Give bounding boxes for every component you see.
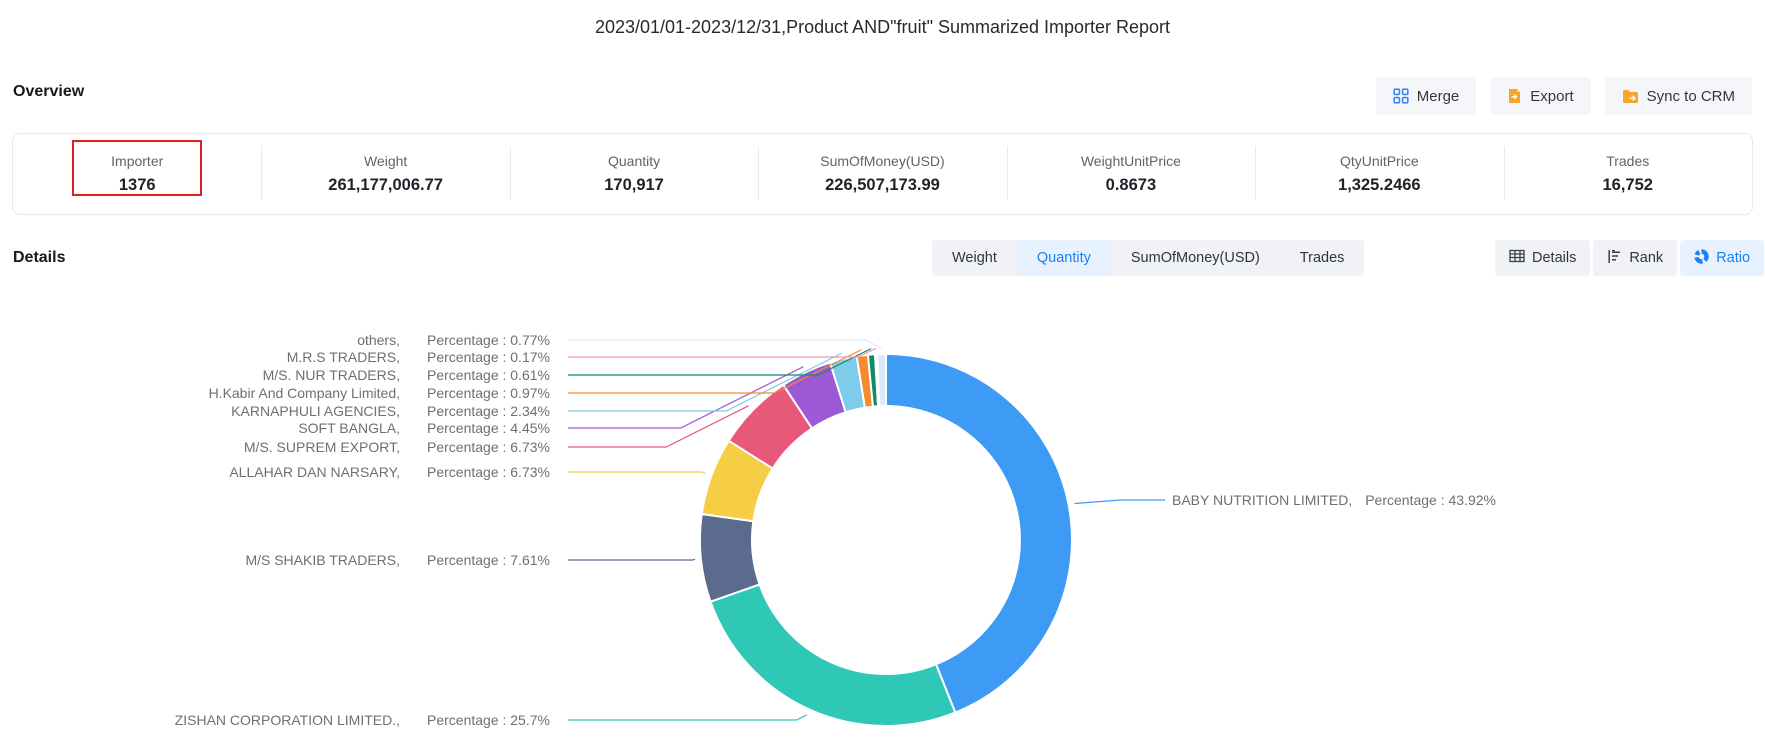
view-tab-details[interactable]: Details bbox=[1495, 240, 1590, 276]
stat-value: 16,752 bbox=[1603, 176, 1653, 195]
slice-label-name-10: others, bbox=[357, 332, 400, 348]
stat-divider bbox=[1504, 146, 1505, 200]
overview-heading: Overview bbox=[13, 83, 84, 101]
importer-ratio-donut-chart: BABY NUTRITION LIMITED,Percentage : 43.9… bbox=[0, 276, 1765, 741]
stat-trades: Trades 16,752 bbox=[1504, 134, 1752, 214]
stat-label: Quantity bbox=[608, 153, 660, 169]
overview-stats-card: Importer 1376 Weight 261,177,006.77 Quantity… bbox=[12, 133, 1753, 215]
stat-label: WeightUnitPrice bbox=[1081, 153, 1181, 169]
export-icon bbox=[1507, 88, 1522, 104]
slice-label-name-5: SOFT BANGLA, bbox=[298, 420, 400, 436]
slice-label-percentage-3: Percentage : 6.73% bbox=[427, 464, 550, 480]
stat-divider bbox=[1007, 146, 1008, 200]
tab-sumofmoneyusd[interactable]: SumOfMoney(USD) bbox=[1111, 240, 1280, 276]
stat-label: Importer bbox=[111, 153, 163, 169]
stat-value: 1,325.2466 bbox=[1338, 176, 1421, 195]
tab-quantity[interactable]: Quantity bbox=[1017, 240, 1111, 276]
sync-folder-icon bbox=[1622, 89, 1639, 104]
toolbar-button-sync-to-crm[interactable]: Sync to CRM bbox=[1605, 77, 1752, 115]
view-tabs: Details Rank Ratio bbox=[1495, 240, 1764, 276]
button-label: Merge bbox=[1417, 88, 1460, 105]
slice-label-name-0: BABY NUTRITION LIMITED,Percentage : 43.9… bbox=[1172, 492, 1496, 508]
view-tab-rank[interactable]: Rank bbox=[1593, 240, 1677, 276]
stat-sumofmoneyusd: SumOfMoney(USD) 226,507,173.99 bbox=[758, 134, 1006, 214]
view-tab-ratio[interactable]: Ratio bbox=[1680, 240, 1764, 276]
button-label: Sync to CRM bbox=[1647, 88, 1735, 105]
merge-icon bbox=[1393, 88, 1409, 104]
slice-label-percentage-7: Percentage : 0.97% bbox=[427, 385, 550, 401]
slice-label-name-8: M/S. NUR TRADERS, bbox=[263, 367, 400, 383]
stat-label: Weight bbox=[364, 153, 407, 169]
details-heading: Details bbox=[13, 249, 65, 267]
stat-label: SumOfMoney(USD) bbox=[820, 153, 944, 169]
slice-label-name-6: KARNAPHULI AGENCIES, bbox=[231, 403, 400, 419]
stat-value: 226,507,173.99 bbox=[825, 176, 940, 195]
stat-value: 170,917 bbox=[604, 176, 664, 195]
leader-line-1 bbox=[568, 715, 807, 720]
stat-value: 1376 bbox=[119, 176, 156, 195]
leader-line-2 bbox=[568, 559, 695, 560]
donut-icon bbox=[1694, 249, 1709, 268]
stat-divider bbox=[261, 146, 262, 200]
pie-slice-1[interactable] bbox=[711, 584, 956, 726]
pie-slice-2[interactable] bbox=[700, 514, 760, 602]
slice-label-name-7: H.Kabir And Company Limited, bbox=[209, 385, 400, 401]
view-tab-label: Ratio bbox=[1716, 250, 1750, 266]
slice-label-percentage-9: Percentage : 0.17% bbox=[427, 349, 550, 365]
stat-importer: Importer 1376 bbox=[13, 134, 261, 214]
view-tab-label: Details bbox=[1532, 250, 1576, 266]
slice-label-percentage-6: Percentage : 2.34% bbox=[427, 403, 550, 419]
leader-line-4 bbox=[568, 406, 749, 447]
stat-weight: Weight 261,177,006.77 bbox=[261, 134, 509, 214]
pie-slice-0[interactable] bbox=[886, 354, 1072, 713]
table-icon bbox=[1509, 249, 1525, 267]
stat-divider bbox=[758, 146, 759, 200]
page-title: 2023/01/01-2023/12/31,Product AND"fruit"… bbox=[0, 17, 1765, 38]
stat-quantity: Quantity 170,917 bbox=[510, 134, 758, 214]
slice-label-name-4: M/S. SUPREM EXPORT, bbox=[244, 439, 400, 455]
rank-icon bbox=[1607, 249, 1622, 268]
metric-tabs: WeightQuantitySumOfMoney(USD)Trades bbox=[932, 240, 1364, 276]
slice-label-percentage-5: Percentage : 4.45% bbox=[427, 420, 550, 436]
slice-label-percentage-4: Percentage : 6.73% bbox=[427, 439, 550, 455]
slice-label-name-9: M.R.S TRADERS, bbox=[287, 349, 400, 365]
stat-value: 0.8673 bbox=[1106, 176, 1156, 195]
toolbar-button-merge[interactable]: Merge bbox=[1376, 77, 1477, 115]
slice-label-percentage-2: Percentage : 7.61% bbox=[427, 552, 550, 568]
stat-divider bbox=[510, 146, 511, 200]
slice-label-name-2: M/S SHAKIB TRADERS, bbox=[245, 552, 400, 568]
tab-weight[interactable]: Weight bbox=[932, 240, 1017, 276]
slice-label-percentage-1: Percentage : 25.7% bbox=[427, 712, 550, 728]
stat-label: QtyUnitPrice bbox=[1340, 153, 1419, 169]
leader-line-10 bbox=[568, 340, 881, 348]
stat-qtyunitprice: QtyUnitPrice 1,325.2466 bbox=[1255, 134, 1503, 214]
stat-weightunitprice: WeightUnitPrice 0.8673 bbox=[1007, 134, 1255, 214]
toolbar: Merge Export Sync to CRM bbox=[1376, 77, 1752, 115]
leader-line-3 bbox=[568, 472, 706, 474]
leader-line-0 bbox=[1075, 500, 1166, 504]
slice-label-percentage-10: Percentage : 0.77% bbox=[427, 332, 550, 348]
stat-label: Trades bbox=[1606, 153, 1649, 169]
stat-value: 261,177,006.77 bbox=[328, 176, 443, 195]
view-tab-label: Rank bbox=[1629, 250, 1663, 266]
pie-slice-10[interactable] bbox=[877, 354, 886, 406]
stat-divider bbox=[1255, 146, 1256, 200]
slice-label-percentage-8: Percentage : 0.61% bbox=[427, 367, 550, 383]
button-label: Export bbox=[1530, 88, 1573, 105]
slice-label-name-1: ZISHAN CORPORATION LIMITED., bbox=[175, 712, 400, 728]
toolbar-button-export[interactable]: Export bbox=[1490, 77, 1590, 115]
tab-trades[interactable]: Trades bbox=[1280, 240, 1365, 276]
slice-label-name-3: ALLAHAR DAN NARSARY, bbox=[229, 464, 400, 480]
leader-line-9 bbox=[568, 348, 876, 357]
